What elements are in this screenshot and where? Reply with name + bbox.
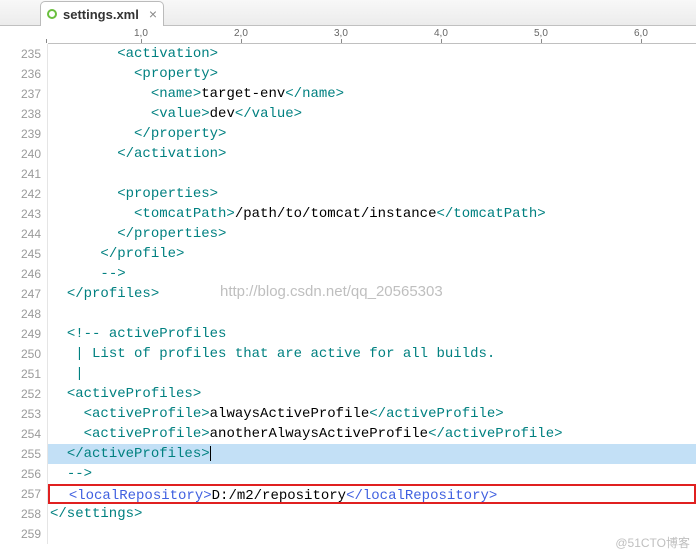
line-number: 238: [0, 104, 41, 124]
code-line: <name>target-env</name>: [48, 84, 696, 104]
line-number: 237: [0, 84, 41, 104]
code-line: <activeProfile>anotherAlwaysActiveProfil…: [48, 424, 696, 444]
line-number: 239: [0, 124, 41, 144]
close-icon[interactable]: ×: [149, 6, 157, 22]
code-line: -->: [48, 264, 696, 284]
ruler-tick: 3,0: [334, 28, 348, 39]
caret-icon: [210, 446, 211, 461]
line-number: 245: [0, 244, 41, 264]
ruler-tick: 5,0: [534, 28, 548, 39]
editor-tab[interactable]: settings.xml ×: [40, 1, 164, 26]
code-line: [48, 164, 696, 184]
line-number: 251: [0, 364, 41, 384]
code-line: </settings>: [48, 504, 696, 524]
code-line: <activeProfile>alwaysActiveProfile</acti…: [48, 404, 696, 424]
code-line: <activation>: [48, 44, 696, 64]
circle-icon: [47, 9, 57, 19]
code-line: <property>: [48, 64, 696, 84]
editor-area[interactable]: 2352362372382392402412422432442452462472…: [0, 44, 696, 544]
ruler: 1,0 2,0 3,0 4,0 5,0 6,0: [48, 26, 696, 44]
code-line: [48, 304, 696, 324]
ruler-tick: 4,0: [434, 28, 448, 39]
code-line: <value>dev</value>: [48, 104, 696, 124]
code-line: </properties>: [48, 224, 696, 244]
line-number: 241: [0, 164, 41, 184]
code-area[interactable]: <activation> <property> <name>target-env…: [48, 44, 696, 544]
code-line-selected: </activeProfiles>: [48, 444, 696, 464]
line-number: 257: [0, 484, 41, 504]
line-number: 246: [0, 264, 41, 284]
code-line: | List of profiles that are active for a…: [48, 344, 696, 364]
watermark-corner: @51CTO博客: [615, 534, 690, 551]
code-line: </activation>: [48, 144, 696, 164]
tab-bar: settings.xml ×: [0, 0, 696, 26]
line-number: 253: [0, 404, 41, 424]
ruler-tick: 6,0: [634, 28, 648, 39]
code-line: <activeProfiles>: [48, 384, 696, 404]
code-line: <!-- activeProfiles: [48, 324, 696, 344]
line-number: 248: [0, 304, 41, 324]
line-number: 240: [0, 144, 41, 164]
line-number: 250: [0, 344, 41, 364]
line-number: 254: [0, 424, 41, 444]
code-line: </property>: [48, 124, 696, 144]
line-number: 258: [0, 504, 41, 524]
code-line: <tomcatPath>/path/to/tomcat/instance</to…: [48, 204, 696, 224]
code-line: [48, 524, 696, 544]
line-gutter: 2352362372382392402412422432442452462472…: [0, 44, 48, 544]
code-line-highlighted: <localRepository>D:/m2/repository</local…: [48, 484, 696, 504]
line-number: 256: [0, 464, 41, 484]
code-line: -->: [48, 464, 696, 484]
code-line: |: [48, 364, 696, 384]
tab-filename: settings.xml: [63, 7, 139, 22]
line-number: 242: [0, 184, 41, 204]
line-number: 243: [0, 204, 41, 224]
code-line: </profiles>: [48, 284, 696, 304]
line-number: 235: [0, 44, 41, 64]
code-line: <properties>: [48, 184, 696, 204]
line-number: 244: [0, 224, 41, 244]
line-number: 236: [0, 64, 41, 84]
line-number: 249: [0, 324, 41, 344]
line-number: 247: [0, 284, 41, 304]
ruler-tick: 2,0: [234, 28, 248, 39]
line-number: 252: [0, 384, 41, 404]
code-line: </profile>: [48, 244, 696, 264]
line-number: 255: [0, 444, 41, 464]
ruler-tick: 1,0: [134, 28, 148, 39]
line-number: 259: [0, 524, 41, 544]
